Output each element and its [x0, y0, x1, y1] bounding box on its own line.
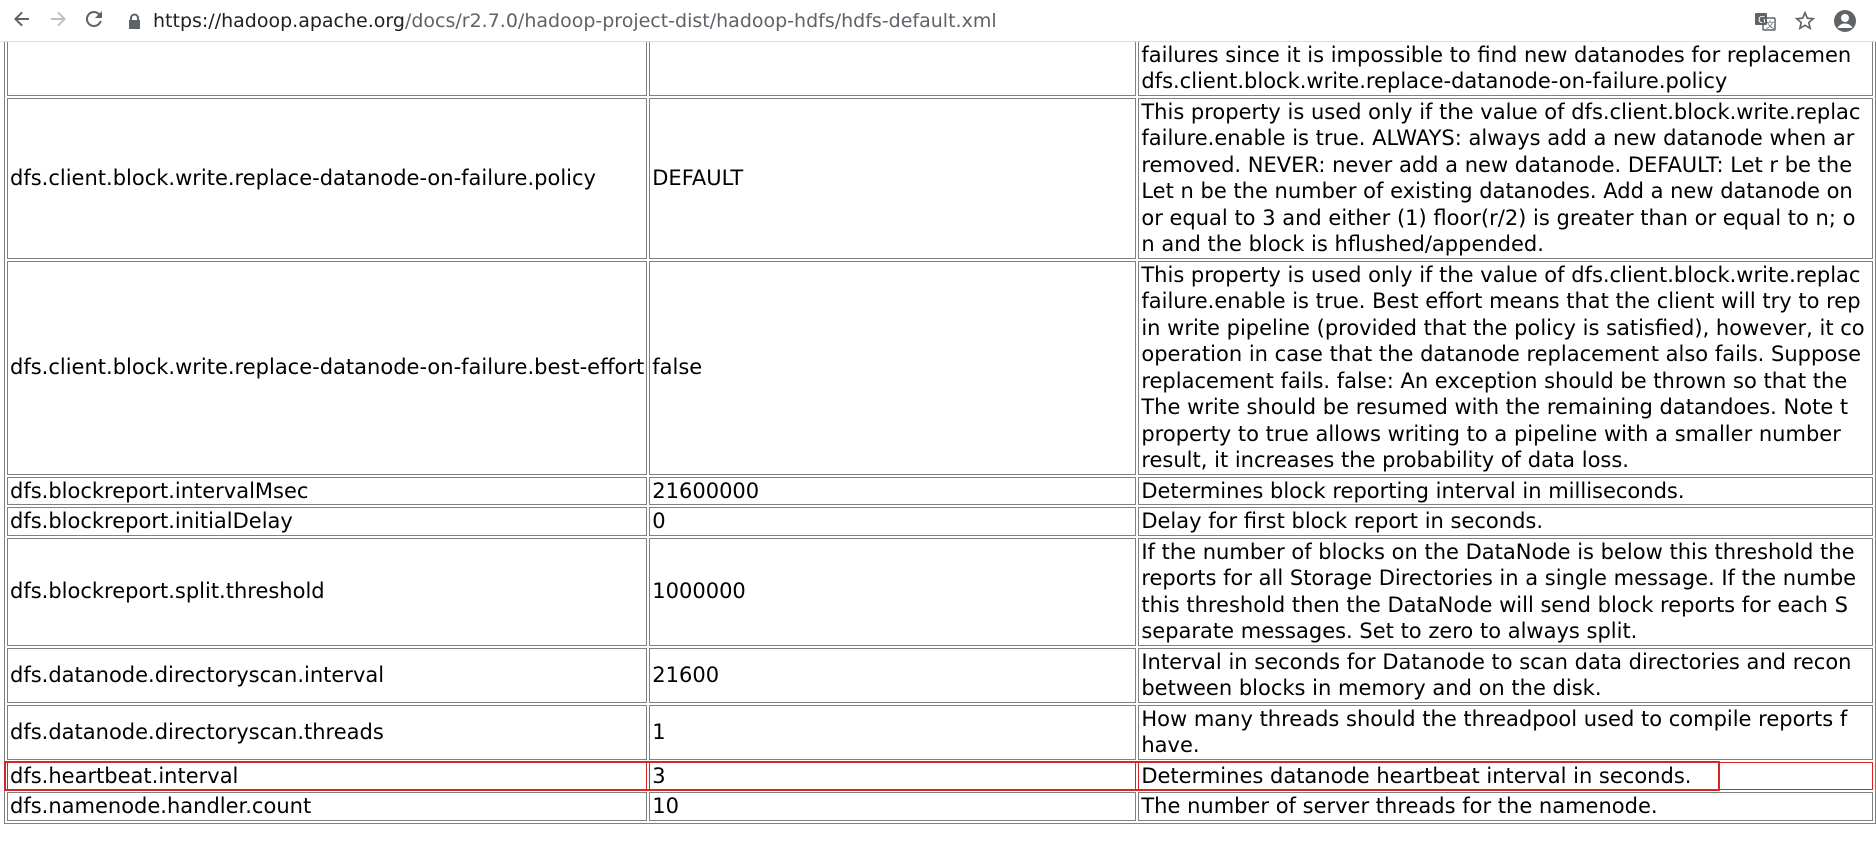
property-name-cell: dfs.heartbeat.interval [7, 761, 648, 790]
property-name-cell: dfs.datanode.directoryscan.interval [7, 647, 648, 703]
property-description-cell: This property is used only if the value … [1138, 260, 1873, 475]
description-line: between blocks in memory and on the disk… [1141, 676, 1602, 700]
config-row: dfs.blockreport.intervalMsec 21600000 Dete… [7, 476, 1873, 505]
svg-text:文: 文 [1766, 19, 1775, 31]
config-table: disable this feature. Otherwise, users m… [4, 42, 1876, 824]
description-line: Delay for first block report in seconds. [1141, 509, 1544, 533]
config-row: dfs.datanode.directoryscan.interval 21600… [7, 647, 1873, 703]
description-line: failures since it is impossible to find … [1141, 42, 1852, 67]
back-button[interactable] [8, 7, 36, 35]
property-description-cell: Determines block reporting interval in m… [1138, 476, 1873, 505]
description-line: Determines block reporting interval in m… [1141, 478, 1685, 503]
property-value-cell: 10 [649, 792, 1137, 821]
address-bar[interactable]: https://hadoop.apache.org/docs/r2.7.0/ha… [128, 6, 1718, 36]
account-avatar-icon[interactable] [1832, 8, 1858, 34]
config-row: dfs.heartbeat.interval 3 Determines datano… [7, 761, 1873, 790]
property-value-cell: 1 [649, 704, 1137, 760]
description-line: have. [1141, 733, 1200, 757]
description-line: property to true allows writing to a pip… [1141, 421, 1841, 446]
description-line: removed. NEVER: never add a new datanode… [1141, 152, 1853, 177]
config-row: disable this feature. Otherwise, users m… [7, 42, 1873, 96]
back-arrow-icon [12, 9, 32, 33]
description-line: Let n be the number of existing datanode… [1141, 179, 1853, 203]
description-line: The write should be resumed with the rem… [1141, 395, 1849, 419]
reload-button[interactable] [80, 7, 108, 35]
description-line: operation in case that the datanode repl… [1141, 342, 1862, 366]
property-description-cell: This property is used only if the value … [1138, 97, 1873, 259]
property-name-cell: dfs.blockreport.intervalMsec [7, 476, 648, 505]
property-description-cell: If the number of blocks on the DataNode … [1138, 537, 1873, 646]
property-description-cell: How many threads should the threadpool u… [1138, 704, 1873, 760]
config-row: dfs.blockreport.split.threshold 1000000 If… [7, 537, 1873, 646]
description-line: This property is used only if the value … [1141, 262, 1861, 287]
property-name-cell: dfs.client.block.write.replace-datanode-… [7, 260, 648, 475]
property-value-cell: 3 [649, 761, 1137, 790]
browser-toolbar: https://hadoop.apache.org/docs/r2.7.0/ha… [0, 0, 1876, 42]
property-description-cell: The number of server threads for the nam… [1138, 792, 1873, 821]
property-value-cell: 21600000 [649, 476, 1137, 505]
description-line: separate messages. Set to zero to always… [1141, 619, 1638, 643]
description-line: replacement fails. false: An exception s… [1141, 368, 1848, 393]
description-line: reports for all Storage Directories in a… [1141, 566, 1857, 590]
description-line: This property is used only if the value … [1141, 99, 1861, 124]
property-name-cell: dfs.datanode.directoryscan.threads [7, 704, 648, 760]
description-line: Determines datanode heartbeat interval i… [1141, 763, 1692, 788]
property-value-cell [649, 42, 1137, 96]
config-row: dfs.datanode.directoryscan.threads 1 How m… [7, 704, 1873, 760]
description-line: in write pipeline (provided that the pol… [1141, 315, 1865, 340]
url-path: /docs/r2.7.0/hadoop-project-dist/hadoop-… [404, 9, 997, 32]
description-line: or equal to 3 and either (1) floor(r/2) … [1141, 205, 1856, 230]
property-value-cell: 1000000 [649, 537, 1137, 646]
property-description-cell: disable this feature. Otherwise, users m… [1138, 42, 1873, 96]
reload-icon [84, 9, 104, 33]
property-name-cell: dfs.blockreport.split.threshold [7, 537, 648, 646]
description-line: Interval in seconds for Datanode to scan… [1141, 649, 1852, 674]
translate-icon[interactable]: G文 [1752, 8, 1778, 34]
description-line: The number of server threads for the nam… [1141, 794, 1658, 818]
property-description-cell: Delay for first block report in seconds. [1138, 507, 1873, 536]
property-name-cell [7, 42, 648, 96]
config-row: dfs.blockreport.initialDelay 0 Delay for f… [7, 507, 1873, 536]
property-value-cell: DEFAULT [649, 97, 1137, 259]
description-line: dfs.client.block.write.replace-datanode-… [1141, 69, 1728, 93]
description-line: n and the block is hflushed/appended. [1141, 232, 1544, 256]
description-line: If the number of blocks on the DataNode … [1141, 539, 1855, 564]
description-line: result, it increases the probability of … [1141, 448, 1629, 472]
description-line: failure.enable is true. ALWAYS: always a… [1141, 126, 1855, 150]
property-description-cell: Interval in seconds for Datanode to scan… [1138, 647, 1873, 703]
config-row: dfs.client.block.write.replace-datanode-… [7, 260, 1873, 475]
description-line: failure.enable is true. Best effort mean… [1141, 289, 1861, 313]
url-host: https://hadoop.apache.org [153, 9, 405, 32]
property-value-cell: 0 [649, 507, 1137, 536]
config-row: dfs.namenode.handler.count 10 The number o… [7, 792, 1873, 821]
bookmark-star-icon[interactable] [1792, 8, 1818, 34]
config-row: dfs.client.block.write.replace-datanode-… [7, 97, 1873, 259]
property-name-cell: dfs.blockreport.initialDelay [7, 507, 648, 536]
property-value-cell: false [649, 260, 1137, 475]
description-line: How many threads should the threadpool u… [1141, 706, 1848, 731]
forward-arrow-icon [48, 9, 68, 33]
property-name-cell: dfs.client.block.write.replace-datanode-… [7, 97, 648, 259]
property-name-cell: dfs.namenode.handler.count [7, 792, 648, 821]
property-description-cell: Determines datanode heartbeat interval i… [1138, 761, 1873, 790]
property-value-cell: 21600 [649, 647, 1137, 703]
forward-button[interactable] [44, 7, 72, 35]
lock-icon [128, 13, 141, 29]
page-content: disable this feature. Otherwise, users m… [0, 42, 1876, 864]
description-line: this threshold then the DataNode will se… [1141, 592, 1849, 617]
